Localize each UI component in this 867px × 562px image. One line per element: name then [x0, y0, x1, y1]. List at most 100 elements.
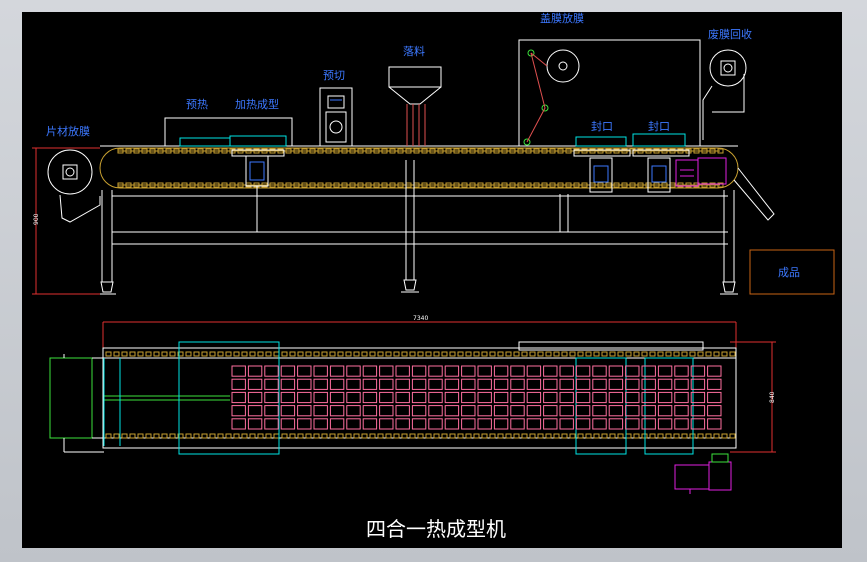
cavity-cell [313, 405, 328, 417]
cavity-cell [461, 418, 476, 430]
chain-link [617, 433, 624, 439]
chain-link [585, 351, 592, 357]
cavity-cell [329, 365, 345, 377]
cavity-cell [411, 378, 427, 390]
drive-motor-plan [674, 453, 732, 494]
chain-link [657, 433, 664, 439]
cavity-cell [395, 405, 410, 417]
cavity-cell [264, 418, 279, 430]
cavity-cell [444, 391, 460, 404]
cavity-cell [411, 418, 427, 430]
cavity-cell [247, 391, 263, 404]
cavity-cell [297, 405, 312, 417]
chain-link [433, 433, 440, 439]
chain-link [417, 351, 424, 357]
label-pre-cut: 预切 [323, 69, 345, 82]
cavity-cell [280, 365, 296, 377]
chain-link [377, 433, 384, 439]
cavity-cell [641, 378, 656, 390]
cavity-cell [674, 405, 689, 417]
chain-link [633, 351, 640, 357]
chain-link [153, 433, 160, 439]
pre-cut-unit [319, 87, 353, 147]
chain-link [673, 433, 680, 439]
chain-link [489, 351, 496, 357]
cavity-cell [461, 365, 476, 377]
cavity-cell [608, 405, 624, 417]
cavity-cell [559, 365, 574, 377]
chain-link [457, 351, 464, 357]
chain-link [241, 433, 248, 439]
cavity-cell [444, 418, 460, 430]
cavity-cell [575, 391, 591, 404]
chain-link [377, 351, 384, 357]
cavity-cell [625, 391, 640, 404]
cavity-cell [247, 365, 263, 377]
chain-link [345, 433, 352, 439]
cavity-cell [444, 405, 460, 417]
cavity-cell [247, 418, 263, 430]
chain-link [185, 433, 192, 439]
chain-link [617, 351, 624, 357]
chain-link [601, 351, 608, 357]
chain-link [209, 433, 216, 439]
cavity-cell [297, 418, 312, 430]
cavity-cell [362, 405, 378, 417]
chain-link [505, 433, 512, 439]
cavity-cell [477, 365, 492, 377]
chain-link [249, 433, 256, 439]
cavity-cell [297, 378, 312, 390]
cavity-cell [313, 391, 328, 404]
chain-link [521, 351, 528, 357]
cavity-cell [592, 391, 607, 404]
labels: 片材放膜 预热 加热成型 预切 落料 盖膜放膜 废膜回收 封口 封口 成品 90… [33, 11, 800, 541]
chain-link [529, 433, 536, 439]
cavity-cell [674, 365, 689, 377]
chain-link [129, 351, 136, 357]
preheat-form-hood [164, 117, 293, 232]
chain-link [625, 433, 632, 439]
cavity-cell [510, 405, 525, 417]
cavity-cell [559, 378, 574, 390]
cavity-cell [657, 391, 673, 404]
chain-link [457, 433, 464, 439]
cavity-cell [543, 365, 558, 377]
cavity-cell [608, 365, 624, 377]
chain-link [489, 433, 496, 439]
chain-link [729, 351, 736, 357]
cavity-cell [461, 391, 476, 404]
chain-link [497, 433, 504, 439]
chain-link [649, 351, 656, 357]
cavity-cell [379, 365, 394, 377]
chain-link [201, 433, 208, 439]
label-waste-film-rewind: 废膜回收 [708, 27, 752, 41]
chain-link [153, 351, 160, 357]
chain-link [537, 433, 544, 439]
cavity-cell [346, 391, 361, 404]
waste-film-rewind [702, 49, 747, 140]
cavity-cell [313, 365, 328, 377]
drawing-canvas: 片材放膜 预热 加热成型 预切 落料 盖膜放膜 废膜回收 封口 封口 成品 90… [22, 11, 842, 548]
chain-link [425, 433, 432, 439]
dim-height: 900 [33, 213, 40, 225]
chain-link [689, 351, 696, 357]
cavity-cell [543, 418, 558, 430]
chain-link [513, 351, 520, 357]
label-product-out: 成品 [778, 266, 800, 279]
chain-link [577, 351, 584, 357]
chain-link [401, 433, 408, 439]
cavity-cell [510, 365, 525, 377]
cavity-cell [641, 391, 656, 404]
cavity-cell [346, 365, 361, 377]
chain-link [353, 351, 360, 357]
cavity-cell [674, 378, 689, 390]
cavity-cell [247, 405, 263, 417]
chain-link [145, 433, 152, 439]
cad-drawing: 片材放膜 预热 加热成型 预切 落料 盖膜放膜 废膜回收 封口 封口 成品 90… [32, 11, 835, 541]
chain-link [289, 351, 296, 357]
cavity-cell [428, 405, 443, 417]
cavity-cell [395, 365, 410, 377]
chain-link [441, 351, 448, 357]
cavity-cell [444, 378, 460, 390]
cavity-cell [297, 365, 312, 377]
